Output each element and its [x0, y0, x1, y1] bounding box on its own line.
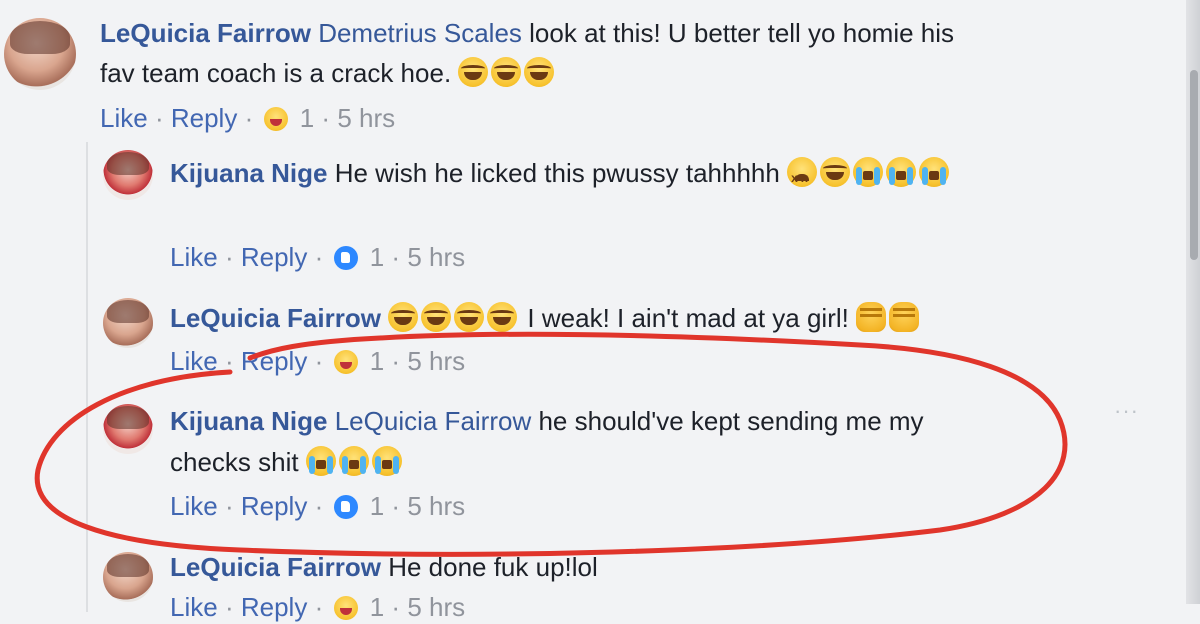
reaction-count[interactable]: 1	[370, 491, 384, 521]
tears-of-joy-emoji	[388, 302, 419, 332]
reaction-count[interactable]: 1	[370, 346, 384, 376]
separator: ·	[314, 242, 324, 272]
comment-3-text: LeQuicia Fairrow I weak! I ain't mad at …	[170, 299, 922, 337]
comment-body: he should've kept sending me my	[538, 406, 924, 436]
reply-link[interactable]: Reply	[241, 346, 307, 376]
timestamp[interactable]: 5 hrs	[407, 346, 465, 376]
comment-3-actions: Like · Reply · 1 · 5 hrs	[170, 344, 465, 378]
comment-body: look at this! U better tell yo homie his	[529, 18, 955, 48]
comment-1-text-line2: fav team coach is a crack hoe.	[100, 54, 557, 92]
timestamp[interactable]: 5 hrs	[407, 592, 465, 622]
like-link[interactable]: Like	[170, 346, 218, 376]
comment-4-text: Kijuana Nige LeQuicia Fairrow he should'…	[170, 402, 924, 440]
comment-body: He wish he licked this pwussy tahhhhh	[334, 158, 780, 188]
loudly-crying-emoji	[853, 157, 884, 187]
avatar-lequicia-fairrow[interactable]	[4, 18, 76, 90]
separator: ·	[314, 592, 324, 622]
like-link[interactable]: Like	[100, 103, 148, 133]
tears-of-joy-emoji	[421, 302, 452, 332]
separator: ·	[314, 491, 324, 521]
separator: ·	[224, 242, 234, 272]
separator: ·	[244, 103, 254, 133]
tears-of-joy-emoji	[454, 302, 485, 332]
timestamp[interactable]: 5 hrs	[407, 491, 465, 521]
comment-author[interactable]: Kijuana Nige	[170, 406, 327, 436]
comment-author[interactable]: LeQuicia Fairrow	[100, 18, 311, 48]
comment-4-actions: Like · Reply · 1 · 5 hrs	[170, 489, 465, 523]
tears-of-joy-emoji	[491, 57, 522, 87]
raised-fist-emoji	[856, 302, 887, 332]
separator: ·	[391, 242, 401, 272]
separator: ·	[391, 592, 401, 622]
timestamp[interactable]: 5 hrs	[337, 103, 395, 133]
comment-body: He done fuk up!lol	[388, 552, 598, 582]
loudly-crying-emoji	[338, 446, 369, 476]
separator: ·	[321, 103, 331, 133]
separator: ·	[224, 592, 234, 622]
reply-link[interactable]: Reply	[241, 242, 307, 272]
comment-author[interactable]: LeQuicia Fairrow	[170, 303, 381, 333]
loudly-crying-emoji	[305, 446, 336, 476]
loudly-crying-emoji	[919, 157, 950, 187]
avatar-lequicia-fairrow[interactable]	[103, 298, 153, 348]
haha-reaction-icon[interactable]	[334, 350, 359, 374]
like-link[interactable]: Like	[170, 242, 218, 272]
separator: ·	[154, 103, 164, 133]
like-link[interactable]: Like	[170, 592, 218, 622]
comment-5-text: LeQuicia Fairrow He done fuk up!lol	[170, 548, 598, 586]
haha-reaction-icon[interactable]	[264, 107, 289, 131]
separator: ·	[391, 346, 401, 376]
separator: ·	[224, 491, 234, 521]
more-options-icon[interactable]: ···	[1114, 398, 1139, 424]
avatar-lequicia-fairrow[interactable]	[103, 552, 153, 602]
comment-5-actions: Like · Reply · 1 · 5 hrs	[170, 590, 465, 624]
avatar-kijuana-nige[interactable]	[103, 150, 153, 200]
raised-fist-emoji	[889, 302, 920, 332]
separator: ·	[224, 346, 234, 376]
like-reaction-icon[interactable]	[334, 246, 359, 270]
reaction-count[interactable]: 1	[370, 242, 384, 272]
comment-author[interactable]: LeQuicia Fairrow	[170, 552, 381, 582]
reply-link[interactable]: Reply	[241, 491, 307, 521]
reply-link[interactable]: Reply	[171, 103, 237, 133]
separator: ·	[314, 346, 324, 376]
reaction-count[interactable]: 1	[300, 103, 314, 133]
comment-2-text: Kijuana Nige He wish he licked this pwus…	[170, 154, 952, 197]
avatar-kijuana-nige[interactable]	[103, 404, 153, 454]
like-link[interactable]: Like	[170, 491, 218, 521]
timestamp[interactable]: 5 hrs	[407, 242, 465, 272]
loudly-crying-emoji	[371, 446, 402, 476]
comment-1-actions: Like · Reply · 1 · 5 hrs	[100, 101, 395, 135]
comment-1-text: LeQuicia Fairrow Demetrius Scales look a…	[100, 14, 954, 52]
tired-face-emoji	[787, 157, 818, 197]
tears-of-joy-emoji	[820, 157, 851, 187]
comment-4-text-line2: checks shit	[170, 443, 405, 481]
tears-of-joy-emoji	[524, 57, 555, 87]
reply-thread-line	[86, 142, 88, 612]
loudly-crying-emoji	[886, 157, 917, 187]
comment-2-actions: Like · Reply · 1 · 5 hrs	[170, 240, 465, 274]
tears-of-joy-emoji	[487, 302, 518, 332]
separator: ·	[391, 491, 401, 521]
reaction-count[interactable]: 1	[370, 592, 384, 622]
like-reaction-icon[interactable]	[334, 495, 359, 519]
haha-reaction-icon[interactable]	[334, 596, 359, 620]
comment-body: I weak! I ain't mad at ya girl!	[527, 303, 849, 333]
comment-mention[interactable]: Demetrius Scales	[318, 18, 522, 48]
comment-body: checks shit	[170, 447, 299, 477]
scrollbar-thumb[interactable]	[1190, 70, 1198, 260]
page-scrollbar[interactable]	[1186, 0, 1200, 604]
tears-of-joy-emoji	[458, 57, 489, 87]
comment-body: fav team coach is a crack hoe.	[100, 58, 452, 88]
comment-mention[interactable]: LeQuicia Fairrow	[335, 406, 532, 436]
comment-author[interactable]: Kijuana Nige	[170, 158, 327, 188]
reply-link[interactable]: Reply	[241, 592, 307, 622]
